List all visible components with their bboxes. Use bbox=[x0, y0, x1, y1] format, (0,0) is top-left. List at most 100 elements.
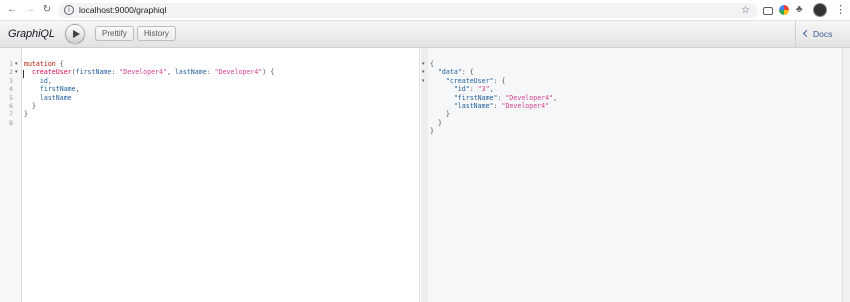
code-token: ) { bbox=[262, 68, 275, 77]
code-token: "Developer4" bbox=[501, 101, 550, 110]
more-menu-icon[interactable]: ⋮ bbox=[835, 3, 846, 17]
avatar[interactable] bbox=[813, 3, 827, 17]
graphiql-toolbar: GraphiQL Prettify History Docs bbox=[0, 21, 850, 48]
code-token: "Developer4" bbox=[119, 68, 167, 77]
code-line: createUser(firstName: "Developer4", last… bbox=[24, 68, 274, 76]
code-token: : { bbox=[493, 76, 506, 85]
code-token: firstName bbox=[75, 68, 112, 77]
color-picker-icon[interactable] bbox=[779, 5, 789, 15]
code-line: "lastName": "Developer4" bbox=[430, 102, 557, 110]
code-line: } bbox=[24, 102, 274, 110]
code-line: } bbox=[430, 127, 557, 135]
code-token: : bbox=[469, 85, 478, 94]
scrollbar[interactable] bbox=[842, 48, 850, 302]
execute-query-button[interactable] bbox=[65, 24, 85, 44]
prettify-button[interactable]: Prettify bbox=[95, 26, 134, 41]
code-token: "3" bbox=[477, 85, 490, 94]
fold-marker-icon[interactable]: ▾ bbox=[15, 60, 18, 68]
code-token: createUser bbox=[31, 68, 72, 77]
code-line: } bbox=[24, 110, 274, 118]
code-line: "data": { bbox=[430, 68, 557, 76]
code-token: , bbox=[553, 93, 558, 102]
code-token: "data" bbox=[437, 68, 462, 77]
code-line: } bbox=[430, 110, 557, 118]
result-code: { "data": { "createUser": { "id": "3", "… bbox=[430, 60, 557, 136]
browser-toolbar: ← → ↻ i localhost:9000/graphiql ☆ ♣ ⋮ bbox=[0, 0, 850, 21]
chevron-left-icon bbox=[802, 29, 811, 38]
camera-icon[interactable] bbox=[763, 7, 773, 15]
code-token: { bbox=[55, 60, 64, 68]
code-line: "id": "3", bbox=[430, 85, 557, 93]
result-viewer: ▾ ▾ ▾ { "data": { "createUser": { "id": … bbox=[421, 48, 842, 302]
code-token: , bbox=[166, 68, 175, 77]
code-token: : { bbox=[461, 68, 474, 77]
code-token: "createUser" bbox=[445, 76, 494, 85]
code-line: "firstName": "Developer4", bbox=[430, 94, 557, 102]
extensions-icon[interactable]: ♣ bbox=[796, 5, 806, 15]
code-line: mutation { bbox=[24, 60, 274, 68]
code-token: lastName bbox=[39, 93, 72, 102]
text-cursor bbox=[23, 70, 24, 78]
code-token: firstName bbox=[39, 85, 76, 94]
docs-button[interactable]: Docs bbox=[795, 21, 842, 47]
arrow-right-icon[interactable]: → bbox=[24, 4, 36, 16]
address-bar-url[interactable]: localhost:9000/graphiql bbox=[79, 5, 166, 16]
line-number: 5 bbox=[9, 93, 13, 102]
code-token: } bbox=[24, 110, 28, 119]
query-code[interactable]: mutation { createUser(firstName: "Develo… bbox=[24, 60, 274, 127]
star-icon[interactable]: ☆ bbox=[741, 3, 750, 18]
docs-label: Docs bbox=[813, 29, 833, 39]
line-number: 6 bbox=[9, 102, 13, 110]
line-number-gutter: 12345678 ▾ ▾ bbox=[0, 48, 22, 302]
code-token: } bbox=[24, 101, 36, 110]
code-token: "Developer4" bbox=[505, 93, 554, 102]
code-token: "id" bbox=[453, 85, 470, 94]
code-line: firstName, bbox=[24, 85, 274, 93]
address-bar[interactable]: i localhost:9000/graphiql ☆ bbox=[58, 3, 758, 18]
code-token: id bbox=[39, 76, 48, 85]
code-line: id, bbox=[24, 77, 274, 85]
code-token: mutation bbox=[24, 60, 56, 68]
code-token: , bbox=[47, 76, 52, 85]
code-line: lastName bbox=[24, 94, 274, 102]
line-number: 4 bbox=[9, 85, 13, 94]
code-token: lastName bbox=[174, 68, 207, 77]
code-token: } bbox=[430, 127, 434, 136]
code-token: "firstName" bbox=[453, 93, 498, 102]
code-token: "lastName" bbox=[453, 101, 494, 110]
code-token: : bbox=[206, 68, 215, 77]
result-gutter: ▾ ▾ ▾ bbox=[421, 48, 428, 302]
info-icon[interactable]: i bbox=[64, 5, 74, 15]
code-token: { bbox=[430, 60, 434, 68]
code-token: "Developer4" bbox=[214, 68, 263, 77]
reload-icon[interactable]: ↻ bbox=[41, 4, 53, 16]
code-line: } bbox=[430, 119, 557, 127]
arrow-left-icon[interactable]: ← bbox=[6, 4, 18, 16]
code-token: , bbox=[489, 85, 494, 94]
history-button[interactable]: History bbox=[137, 26, 176, 41]
code-token: , bbox=[75, 85, 80, 94]
line-number: 7 bbox=[9, 110, 13, 119]
fold-marker-icon[interactable]: ▾ bbox=[422, 60, 425, 68]
code-line: "createUser": { bbox=[430, 77, 557, 85]
app-title: GraphiQL bbox=[8, 28, 55, 40]
code-token: } bbox=[430, 110, 450, 119]
line-number: 1 bbox=[9, 60, 13, 68]
fold-marker-icon[interactable]: ▾ bbox=[15, 68, 18, 76]
play-icon bbox=[73, 30, 80, 38]
fold-marker-icon[interactable]: ▾ bbox=[422, 77, 425, 85]
fold-marker-icon[interactable]: ▾ bbox=[422, 68, 425, 76]
code-line: { bbox=[430, 60, 557, 68]
line-number: 2 bbox=[9, 68, 13, 77]
query-editor[interactable]: 12345678 ▾ ▾ mutation { createUser(first… bbox=[0, 48, 420, 302]
